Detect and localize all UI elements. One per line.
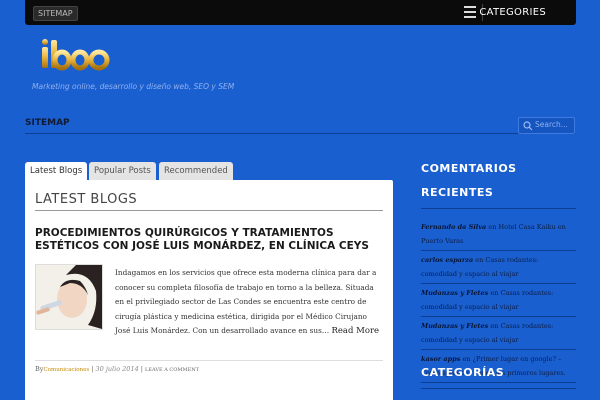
menu-icon[interactable] — [464, 6, 476, 18]
site-tagline: Marketing online, desarrollo y diseño we… — [32, 82, 235, 91]
comment-item: Mudanzas y Fletes en Casas rodantes: com… — [421, 284, 576, 317]
sitemap-link[interactable]: SITEMAP — [33, 6, 78, 21]
latest-blogs-panel: LATEST BLOGS Procedimientos quirúrgicos … — [25, 180, 393, 400]
comment-author-link[interactable]: Mudanzas y Fletes — [421, 289, 488, 297]
recent-comments-list: Fernando da Silva en Hotel Casa Kaiku en… — [421, 218, 576, 383]
post-excerpt: Indagamos en los servicios que ofrece es… — [115, 266, 383, 339]
comment-item: Fernando da Silva en Hotel Casa Kaiku en… — [421, 218, 576, 251]
tab-popular-posts[interactable]: Popular Posts — [89, 162, 156, 180]
post-date: 30 julio 2014 — [95, 365, 139, 373]
categories-heading: CATEGORÍAS — [421, 366, 505, 379]
comment-author-link[interactable]: carlos esparza — [421, 256, 473, 264]
post-thumbnail[interactable] — [35, 264, 103, 330]
search-icon — [523, 121, 533, 131]
divider — [35, 210, 383, 211]
recent-comments-heading: COMENTARIOS — [421, 162, 517, 175]
search-input[interactable]: Search... — [535, 120, 568, 129]
comment-author-link[interactable]: Fernando da Silva — [421, 223, 486, 231]
top-navbar: SITEMAP CATEGORIES — [25, 0, 576, 25]
read-more-link[interactable]: Read More — [332, 326, 380, 336]
en-label: en — [488, 223, 497, 231]
face-treatment-image — [36, 265, 102, 329]
post-title-link[interactable]: Procedimientos quirúrgicos y tratamiento… — [35, 227, 380, 253]
leave-comment-link[interactable]: LEAVE A COMMENT — [145, 367, 199, 373]
comment-item: Mudanzas y Fletes en Casas rodantes: com… — [421, 317, 576, 350]
comment-author-link[interactable]: kasor apps — [421, 355, 460, 363]
comment-item: carlos esparza en Casas rodantes: comodi… — [421, 251, 576, 284]
divider — [421, 208, 576, 209]
search-box[interactable]: Search... — [518, 117, 575, 134]
en-label: en — [462, 355, 471, 363]
site-logo[interactable] — [40, 38, 112, 72]
comment-author-link[interactable]: Mudanzas y Fletes — [421, 322, 488, 330]
categories-menu-button[interactable]: CATEGORIES — [479, 6, 546, 20]
divider — [35, 360, 383, 361]
page-title: SITEMAP — [25, 118, 70, 128]
en-label: en — [475, 256, 484, 264]
divider — [25, 133, 575, 134]
en-label: en — [490, 289, 499, 297]
divider — [421, 388, 576, 389]
author-link[interactable]: Comunicaciones — [43, 367, 89, 373]
post-meta: ByComunicaciones | 30 julio 2014 | LEAVE… — [35, 365, 199, 373]
tab-latest-blogs[interactable]: Latest Blogs — [25, 162, 88, 180]
post-excerpt-text: Indagamos en los servicios que ofrece es… — [115, 268, 377, 335]
en-label: en — [490, 322, 499, 330]
tab-recommended[interactable]: Recommended — [159, 162, 233, 180]
panel-title: LATEST BLOGS — [35, 192, 138, 207]
recent-comments-heading-2: RECIENTES — [421, 186, 494, 199]
